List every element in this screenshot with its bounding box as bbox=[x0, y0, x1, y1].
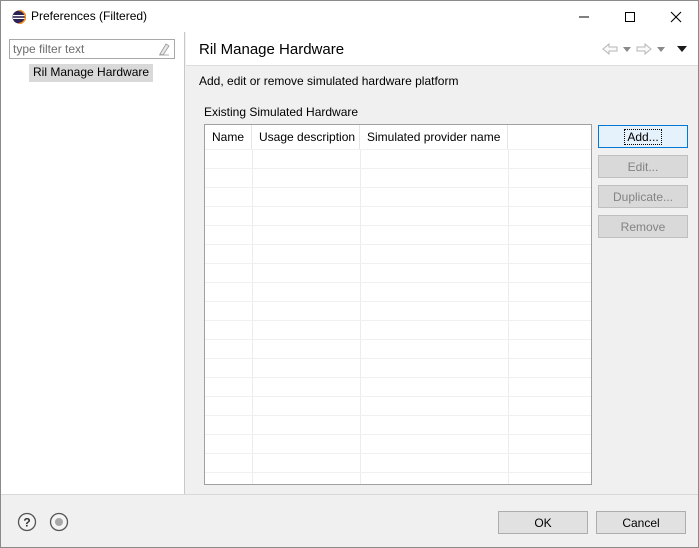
maximize-icon bbox=[625, 11, 635, 22]
column-header-usage-description[interactable]: Usage description bbox=[252, 125, 360, 149]
row-divider bbox=[205, 301, 591, 302]
filter-box bbox=[9, 39, 175, 59]
clear-filter-icon[interactable] bbox=[157, 42, 171, 56]
column-header-simulated-provider-name[interactable]: Simulated provider name bbox=[360, 125, 508, 149]
row-divider bbox=[205, 320, 591, 321]
minimize-button[interactable] bbox=[561, 1, 607, 32]
maximize-button[interactable] bbox=[607, 1, 653, 32]
row-divider bbox=[205, 453, 591, 454]
help-icon[interactable]: ? bbox=[17, 512, 37, 532]
chevron-down-icon bbox=[657, 46, 665, 52]
eclipse-icon bbox=[12, 10, 26, 24]
page-description: Add, edit or remove simulated hardware p… bbox=[199, 74, 459, 88]
title-bar: Preferences (Filtered) bbox=[1, 1, 698, 32]
dialog-footer: ? OK Cancel bbox=[1, 494, 698, 547]
chevron-down-icon bbox=[623, 46, 631, 52]
remove-button[interactable]: Remove bbox=[598, 215, 688, 238]
tree-item-ril-manage-hardware[interactable]: Ril Manage Hardware bbox=[29, 64, 154, 82]
row-divider bbox=[205, 339, 591, 340]
column-header-filler bbox=[508, 125, 591, 149]
row-divider bbox=[205, 244, 591, 245]
column-header-name[interactable]: Name bbox=[205, 125, 252, 149]
row-divider bbox=[205, 168, 591, 169]
add-button-label: Add... bbox=[624, 128, 662, 145]
close-button[interactable] bbox=[653, 1, 699, 32]
preferences-dialog: Preferences (Filtered) Ril Manage Hardwa… bbox=[0, 0, 699, 548]
svg-text:?: ? bbox=[23, 516, 30, 530]
row-divider bbox=[205, 263, 591, 264]
row-divider bbox=[205, 149, 591, 150]
preference-tree-pane: Ril Manage Hardware bbox=[1, 32, 185, 494]
page-title: Ril Manage Hardware bbox=[199, 41, 345, 58]
preference-page: Ril Manage Hardware Add, edit or remove … bbox=[186, 32, 698, 494]
forward-arrow-icon bbox=[636, 43, 652, 55]
forward-button[interactable] bbox=[636, 42, 652, 56]
ok-button[interactable]: OK bbox=[498, 511, 588, 534]
minimize-icon bbox=[579, 16, 589, 17]
page-navigation bbox=[602, 42, 690, 56]
forward-history-dropdown[interactable] bbox=[656, 42, 666, 56]
simulated-hardware-table[interactable]: Name Usage description Simulated provide… bbox=[204, 124, 592, 485]
row-divider bbox=[205, 415, 591, 416]
row-divider bbox=[205, 187, 591, 188]
row-divider bbox=[205, 377, 591, 378]
import-export-icon[interactable] bbox=[49, 512, 69, 532]
row-divider bbox=[205, 472, 591, 473]
hardware-group-label: Existing Simulated Hardware bbox=[204, 105, 359, 119]
back-button[interactable] bbox=[602, 42, 618, 56]
view-menu-icon bbox=[677, 46, 687, 52]
view-menu-button[interactable] bbox=[674, 42, 690, 56]
cancel-button[interactable]: Cancel bbox=[596, 511, 686, 534]
row-divider bbox=[205, 358, 591, 359]
back-arrow-icon bbox=[602, 43, 618, 55]
edit-button[interactable]: Edit... bbox=[598, 155, 688, 178]
page-header: Ril Manage Hardware bbox=[186, 32, 698, 66]
row-divider bbox=[205, 434, 591, 435]
close-icon bbox=[670, 11, 682, 22]
row-divider bbox=[205, 225, 591, 226]
back-history-dropdown[interactable] bbox=[622, 42, 632, 56]
row-divider bbox=[205, 396, 591, 397]
window-title: Preferences (Filtered) bbox=[31, 9, 148, 23]
add-button[interactable]: Add... bbox=[598, 125, 688, 148]
row-divider bbox=[205, 282, 591, 283]
filter-input[interactable] bbox=[13, 41, 153, 57]
duplicate-button[interactable]: Duplicate... bbox=[598, 185, 688, 208]
row-divider bbox=[205, 206, 591, 207]
